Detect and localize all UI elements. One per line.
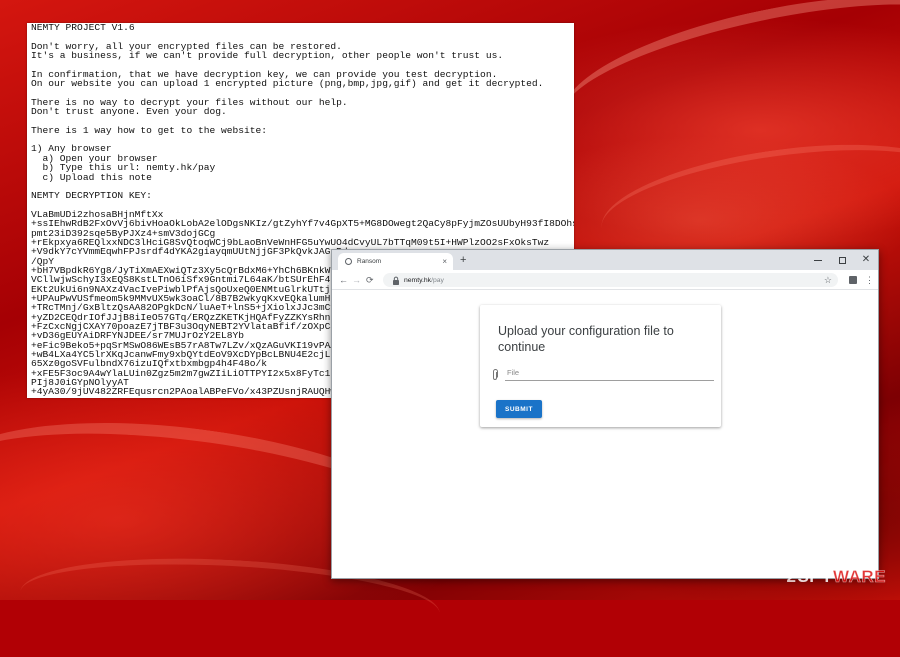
upload-card: Upload your configuration file to contin… — [480, 305, 721, 427]
reload-icon[interactable]: ⟳ — [366, 274, 374, 286]
tab-strip: Ransom × + ✕ — [332, 250, 878, 270]
url-path: /pay — [431, 276, 444, 284]
close-window-button[interactable]: ✕ — [854, 250, 878, 270]
window-controls: ✕ — [806, 250, 878, 270]
close-icon: ✕ — [861, 254, 871, 265]
back-arrow-icon[interactable]: ← — [339, 274, 348, 286]
watermark-prefix: 2 — [786, 567, 797, 586]
url-host: nemty.hk — [404, 276, 432, 284]
watermark-spy: SPY — [797, 567, 833, 586]
tab-ransom[interactable]: Ransom × — [338, 253, 453, 270]
close-tab-icon[interactable]: × — [442, 257, 447, 266]
profile-icon[interactable] — [849, 276, 857, 284]
tab-title: Ransom — [357, 258, 382, 265]
kebab-menu-icon[interactable]: ⋮ — [865, 274, 874, 286]
browser-window: Ransom × + ✕ ← → ⟳ nemty.hk/pay ☆ ⋮ Uplo… — [331, 249, 879, 579]
minimize-icon — [814, 259, 822, 261]
maximize-icon — [838, 256, 846, 264]
submit-button[interactable]: SUBMIT — [496, 400, 542, 418]
watermark-ware: WARE — [833, 567, 886, 587]
browser-toolbar: ← → ⟳ nemty.hk/pay ☆ ⋮ — [332, 270, 878, 290]
watermark-logo: 2 SPY WARE — [787, 567, 887, 587]
bookmark-star-icon[interactable]: ☆ — [824, 274, 832, 286]
lock-icon — [393, 276, 399, 285]
page-viewport: Upload your configuration file to contin… — [332, 291, 878, 578]
address-bar[interactable]: nemty.hk/pay ☆ — [383, 273, 838, 287]
file-input[interactable] — [505, 365, 714, 381]
minimize-button[interactable] — [806, 250, 830, 270]
paperclip-icon[interactable] — [491, 369, 499, 381]
globe-icon — [345, 258, 352, 265]
new-tab-button[interactable]: + — [460, 253, 466, 267]
forward-arrow-icon[interactable]: → — [352, 274, 361, 286]
maximize-button[interactable] — [830, 250, 854, 270]
upload-card-title: Upload your configuration file to contin… — [498, 324, 674, 354]
